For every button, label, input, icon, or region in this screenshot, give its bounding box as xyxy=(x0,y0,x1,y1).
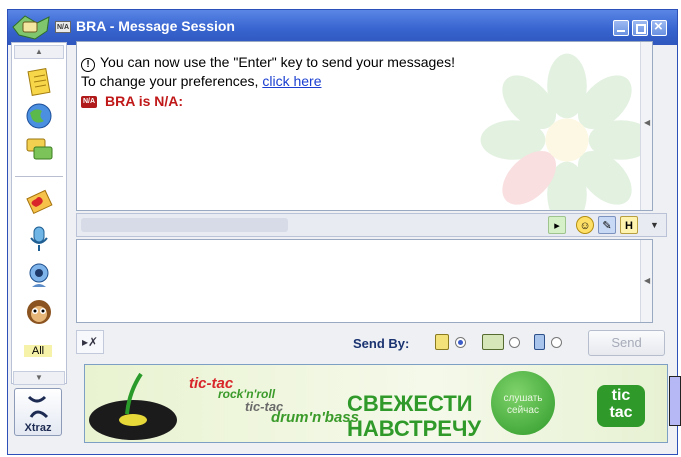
greeting-card-icon[interactable] xyxy=(24,186,54,216)
send-by-label: Send By: xyxy=(353,336,410,351)
preferences-message: To change your preferences, click here xyxy=(81,73,321,89)
phone-mode-icon[interactable] xyxy=(534,334,545,350)
monkey-icon[interactable] xyxy=(24,297,54,327)
listen-now-line-1: слушать xyxy=(503,393,543,404)
tictac-logo: tic tac xyxy=(597,385,645,427)
logo-icon xyxy=(12,15,50,40)
vinyl-record-icon xyxy=(89,372,177,440)
side-panel-edge[interactable] xyxy=(669,376,681,426)
expand-icon[interactable]: ▸✗ xyxy=(76,330,104,354)
listen-now-line-2: сейчас xyxy=(507,405,539,416)
formatting-toolbar: ▸ ☺ ✎ H ▼ xyxy=(76,213,667,237)
all-label[interactable]: All xyxy=(24,345,52,357)
ad-banner[interactable]: tic-tac rock'n'roll tic-tac drum'n'bass … xyxy=(84,364,668,443)
listen-now-button[interactable]: слушать сейчас xyxy=(491,371,555,435)
sidebar-divider xyxy=(15,176,63,177)
font-button[interactable]: H xyxy=(620,216,638,234)
sms-mode-radio[interactable] xyxy=(509,337,520,348)
minimize-button[interactable] xyxy=(613,20,629,36)
chat-scrollbar[interactable]: ◀ xyxy=(640,42,652,210)
tools-icon[interactable]: ✎ xyxy=(598,216,616,234)
status-badge: N/A xyxy=(55,21,71,33)
banner-headline-1: СВЕЖЕСТИ xyxy=(347,391,473,416)
info-message-text: You can now use the "Enter" key to send … xyxy=(100,54,455,70)
phone-mode-radio[interactable] xyxy=(551,337,562,348)
tictac-logo-line-2: tac xyxy=(609,404,633,421)
contact-status-line: N/A BRA is N/A: xyxy=(81,93,183,109)
info-message: ! You can now use the "Enter" key to send… xyxy=(81,54,455,72)
sms-mode-icon[interactable] xyxy=(482,334,504,350)
sidebar-scroll-up-button[interactable]: ▲ xyxy=(14,45,64,59)
close-button[interactable] xyxy=(651,18,667,36)
title-bar[interactable]: N/A BRA - Message Session xyxy=(8,10,677,45)
xtraz-label: Xtraz xyxy=(24,422,52,434)
chat-icon[interactable] xyxy=(24,135,54,165)
banner-headline-2: НАВСТРЕЧУ xyxy=(347,416,482,441)
tictac-logo-line-1: tic xyxy=(611,387,631,404)
send-file-icon[interactable]: ▸ xyxy=(548,216,566,234)
message-mode-icon[interactable] xyxy=(435,334,449,350)
sidebar: ▲ All xyxy=(11,42,67,384)
contact-status-text: BRA is N/A: xyxy=(105,93,184,109)
click-here-link[interactable]: click here xyxy=(262,73,321,89)
preferences-text: To change your preferences, xyxy=(81,73,263,89)
webcam-icon[interactable] xyxy=(24,261,54,291)
smiley-icon[interactable]: ☺ xyxy=(576,216,594,234)
xtraz-icon xyxy=(27,395,49,419)
info-icon: ! xyxy=(81,58,95,72)
input-scrollbar[interactable]: ◀ xyxy=(640,240,652,322)
xtraz-button[interactable]: Xtraz xyxy=(14,388,62,436)
globe-icon[interactable] xyxy=(24,101,54,131)
bottom-bar: ▸✗ Send By: Send xyxy=(76,328,667,358)
message-mode-radio[interactable] xyxy=(455,337,466,348)
chevron-down-icon[interactable]: ▼ xyxy=(650,216,659,234)
banner-genre-2: drum'n'bass xyxy=(271,409,359,426)
chat-history[interactable]: ! You can now use the "Enter" key to send… xyxy=(76,41,653,211)
send-button[interactable]: Send xyxy=(588,330,665,356)
flower-watermark-icon xyxy=(480,53,652,210)
status-icon: N/A xyxy=(81,96,97,109)
window-title: BRA - Message Session xyxy=(76,18,235,34)
message-input[interactable]: ◀ xyxy=(76,239,653,323)
sidebar-scroll-down-button[interactable]: ▼ xyxy=(13,371,65,385)
maximize-button[interactable] xyxy=(632,20,648,36)
microphone-icon[interactable] xyxy=(24,224,54,254)
horizontal-scrollbar[interactable] xyxy=(81,218,288,232)
notes-icon[interactable] xyxy=(24,67,54,97)
